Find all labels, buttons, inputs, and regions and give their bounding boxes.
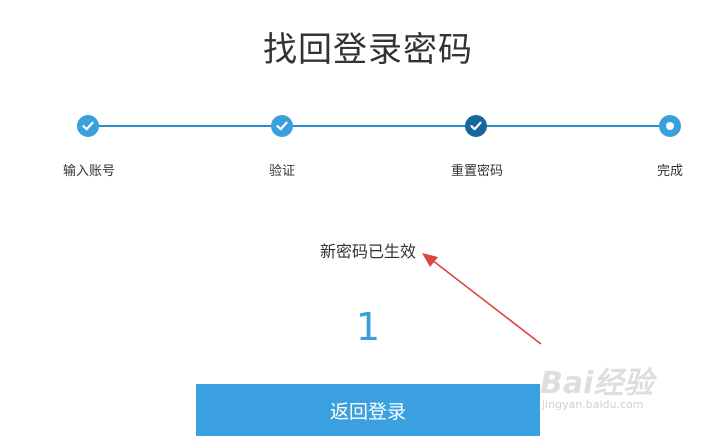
step-label-complete: 完成 — [656, 164, 684, 179]
watermark: Bai经验 jingyan.baidu.com — [540, 358, 700, 418]
watermark-logo: Bai经验 — [540, 366, 654, 401]
step-label-account: 输入账号 — [62, 164, 116, 179]
dot-icon — [666, 122, 674, 130]
step-2-indicator — [271, 115, 293, 137]
watermark-url: jingyan.baidu.com — [542, 398, 644, 411]
step-4-indicator — [659, 115, 681, 137]
step-label-verify: 验证 — [268, 164, 296, 179]
check-icon — [276, 121, 288, 131]
step-label-reset: 重置密码 — [450, 164, 504, 179]
back-to-login-button[interactable]: 返回登录 — [196, 384, 540, 436]
check-icon — [470, 121, 482, 131]
status-message: 新密码已生效 — [319, 242, 416, 261]
step-1-indicator — [77, 115, 99, 137]
countdown-number: 1 — [355, 305, 381, 349]
check-icon — [82, 121, 94, 131]
progress-line — [88, 125, 670, 127]
progress-steps: 输入账号 验证 重置密码 完成 — [0, 0, 703, 200]
step-3-indicator — [465, 115, 487, 137]
